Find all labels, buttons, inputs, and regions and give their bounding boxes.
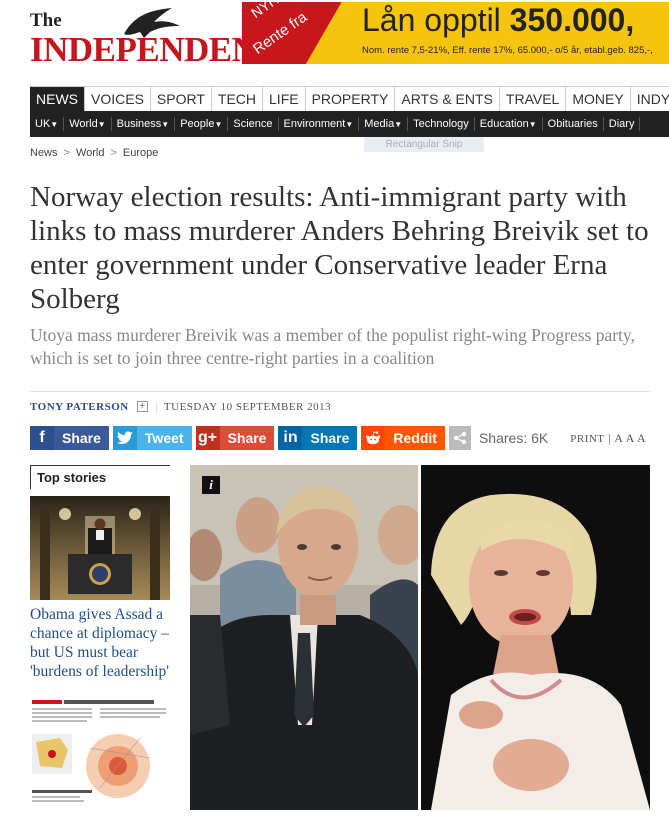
top-stories: Top stories Obama gives Assad a chance a… (30, 465, 170, 808)
top-story-image-obama[interactable] (30, 496, 170, 600)
linkedin-share-label: Share (302, 426, 358, 450)
syria-map-infographic (30, 698, 170, 808)
reddit-alien-icon (361, 426, 386, 450)
subnav-world[interactable]: World▼ (64, 117, 112, 131)
subnav-science-label: Science (233, 118, 273, 130)
breadcrumb-world[interactable]: World (76, 147, 105, 159)
breadcrumb-news[interactable]: News (30, 147, 58, 159)
subnav-media-label: Media (364, 118, 395, 130)
subnav-education[interactable]: Education▼ (475, 117, 543, 131)
share-bar: f Share Tweet g+ Share in Share Reddit S… (30, 426, 655, 450)
subnav-obituaries[interactable]: Obituaries (543, 117, 604, 131)
chevron-down-icon: ▼ (528, 120, 537, 129)
subnav-world-label: World (69, 118, 98, 130)
subnav-uk[interactable]: UK▼ (30, 117, 65, 131)
subnav-environment[interactable]: Environment▼ (279, 117, 360, 131)
breivik-photo (190, 465, 418, 810)
reddit-share-label: Reddit (385, 426, 445, 450)
subnav-science[interactable]: Science (228, 117, 279, 131)
subnav-media[interactable]: Media▼ (359, 117, 409, 131)
advert-fine-print: Nom. rente 7,5-21%, Eff. rente 17%, 65.0… (362, 45, 653, 56)
site-logo[interactable]: The INDEPENDENT (30, 6, 280, 69)
sub-nav: UK▼ World▼ Business▼ People▼ Science Env… (30, 111, 669, 137)
print-link[interactable]: PRINT (570, 433, 604, 445)
chevron-down-icon: ▼ (345, 120, 354, 129)
byline-divider: | (155, 400, 158, 413)
subnav-business-label: Business (116, 118, 162, 130)
facebook-icon: f (30, 426, 54, 450)
top-story-image-map-infographic[interactable] (30, 698, 170, 808)
top-story-title[interactable]: Obama gives Assad a chance at diplomacy … (30, 605, 170, 681)
subnav-uk-label: UK (35, 118, 51, 130)
subnav-business[interactable]: Business▼ (112, 117, 176, 131)
linkedin-share-button[interactable]: in Share (278, 426, 358, 450)
text-size-controls[interactable]: | A A A (609, 431, 647, 445)
breadcrumb-separator: > (110, 147, 117, 159)
nav-property[interactable]: PROPERTY (306, 87, 396, 112)
subnav-technology[interactable]: Technology (408, 117, 475, 131)
googleplus-share-button[interactable]: g+ Share (195, 426, 275, 450)
breadcrumb: News > World > Europe (30, 147, 158, 159)
nav-life[interactable]: LIFE (263, 87, 306, 112)
solberg-photo (421, 465, 650, 810)
publish-date: TUESDAY 10 SEPTEMBER 2013 (163, 400, 332, 413)
nav-indybest[interactable]: INDYBE (631, 87, 669, 112)
article-standfirst: Utoya mass murderer Breivik was a member… (30, 325, 635, 368)
nav-arts-ents[interactable]: ARTS & ENTS (395, 87, 500, 112)
subnav-people[interactable]: People▼ (175, 117, 229, 131)
facebook-share-label: Share (54, 426, 109, 450)
googleplus-icon: g+ (195, 426, 220, 450)
main-nav: NEWS VOICES SPORT TECH LIFE PROPERTY ART… (30, 86, 669, 112)
author-link[interactable]: TONY PATERSON (30, 401, 129, 413)
chevron-down-icon: ▼ (214, 120, 223, 129)
byline: TONY PATERSON + | TUESDAY 10 SEPTEMBER 2… (30, 391, 650, 421)
breadcrumb-separator: > (63, 147, 70, 159)
subnav-people-label: People (180, 118, 215, 130)
breadcrumb-europe[interactable]: Europe (123, 147, 158, 159)
advert-banner[interactable]: NYH Rente fra Lån opptil 350.000, Nom. r… (242, 2, 669, 64)
obama-speech-photo (30, 496, 170, 600)
subnav-technology-label: Technology (413, 118, 469, 130)
nav-voices[interactable]: VOICES (85, 87, 151, 112)
nav-travel[interactable]: TRAVEL (500, 87, 567, 112)
chevron-down-icon: ▼ (50, 120, 59, 129)
facebook-share-button[interactable]: f Share (30, 426, 109, 450)
article-main-photo[interactable]: i (190, 465, 650, 810)
nav-news[interactable]: NEWS (30, 87, 85, 112)
googleplus-share-label: Share (219, 426, 275, 450)
advert-headline-amount: 350.000, (509, 2, 635, 38)
twitter-bird-icon (112, 426, 137, 450)
advert-headline: Lån opptil 350.000, (362, 2, 634, 39)
chevron-down-icon: ▼ (161, 120, 170, 129)
nav-tech[interactable]: TECH (212, 87, 264, 112)
share-network-icon[interactable] (448, 426, 471, 450)
subnav-education-label: Education (479, 118, 529, 130)
reddit-share-button[interactable]: Reddit (361, 426, 445, 450)
subnav-diary-label: Diary (608, 118, 635, 130)
twitter-tweet-button[interactable]: Tweet (112, 426, 192, 450)
nav-sport[interactable]: SPORT (151, 87, 212, 112)
snip-tooltip: Rectangular Snip (364, 137, 484, 152)
chevron-down-icon: ▼ (97, 120, 106, 129)
chevron-down-icon: ▼ (394, 120, 403, 129)
logo-the: The (30, 10, 62, 31)
subnav-obituaries-label: Obituaries (547, 118, 598, 130)
subnav-diary[interactable]: Diary (604, 117, 641, 131)
twitter-tweet-label: Tweet (136, 426, 192, 450)
image-info-icon[interactable]: i (202, 476, 220, 494)
nav-money[interactable]: MONEY (566, 87, 631, 112)
advert-headline-prefix: Lån opptil (362, 2, 501, 38)
top-stories-header: Top stories (30, 465, 170, 489)
subnav-environment-label: Environment (283, 118, 346, 130)
follow-author-plus-icon[interactable]: + (136, 401, 148, 412)
linkedin-icon: in (278, 426, 303, 450)
article-title: Norway election results: Anti-immigrant … (30, 181, 649, 315)
share-count: Shares: 6K (478, 430, 549, 446)
print-controls: PRINT | A A A (570, 431, 646, 446)
